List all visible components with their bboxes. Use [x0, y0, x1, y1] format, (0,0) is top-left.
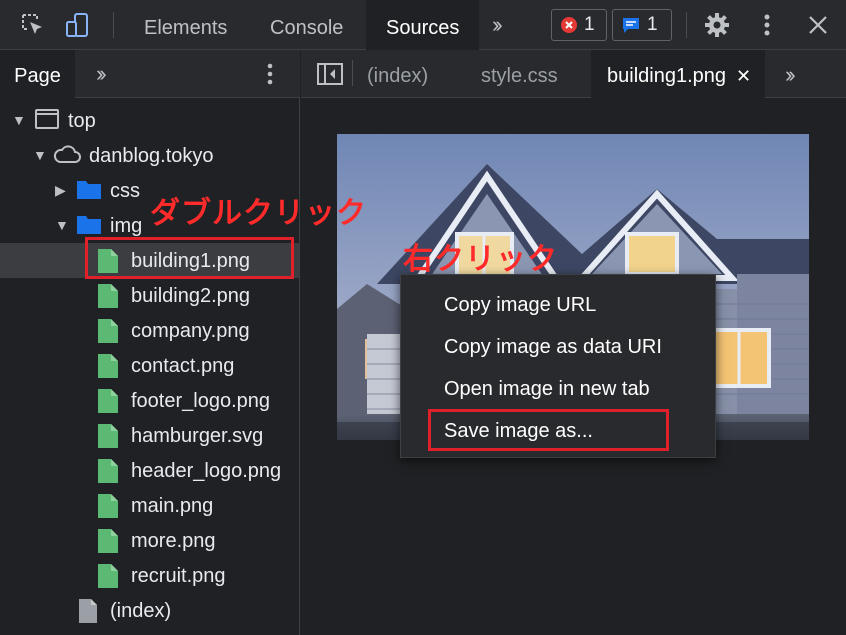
tree-item-label: footer_logo.png	[131, 390, 271, 412]
inspect-icon[interactable]	[18, 10, 48, 40]
highlight-box-building1	[85, 237, 294, 279]
menu-item-copy-image-url[interactable]: Copy image URL	[444, 294, 596, 317]
image-file-icon	[97, 493, 119, 525]
tree-item-label: img	[110, 215, 143, 237]
tree-item-label: contact.png	[131, 355, 235, 377]
menu-item-copy-image-data-uri[interactable]: Copy image as data URI	[444, 336, 662, 359]
toolbar-divider	[113, 12, 114, 38]
menu-item-open-image-new-tab[interactable]: Open image in new tab	[444, 378, 650, 401]
tree-item-top[interactable]: ▼ top	[0, 103, 299, 138]
annotation-right-click: 右クリック	[403, 243, 558, 276]
tree-item-file[interactable]: recruit.png	[0, 558, 299, 593]
tree-item-index[interactable]: (index)	[0, 593, 299, 628]
navigator-pane: Page ›› ▼ top ▼ danblog.tokyo ▶ css ▼ im…	[0, 50, 300, 635]
image-file-icon	[97, 458, 119, 490]
message-count-badge[interactable]: 1	[612, 9, 672, 41]
annotation-double-click: ダブルクリック	[150, 197, 367, 230]
expanded-arrow-icon: ▼	[12, 112, 26, 128]
tree-item-label: header_logo.png	[131, 460, 282, 482]
tree-item-domain[interactable]: ▼ danblog.tokyo	[0, 138, 299, 173]
image-file-icon	[97, 283, 119, 315]
more-editor-tabs-icon[interactable]: ››	[785, 62, 795, 88]
error-icon	[561, 17, 577, 33]
image-file-icon	[97, 563, 119, 595]
editor-tabs-bar: (index) style.css building1.png ✕ ››	[301, 50, 846, 98]
highlight-box-save-image	[428, 409, 669, 451]
image-file-icon	[97, 423, 119, 455]
cloud-icon	[52, 143, 82, 171]
kebab-menu-icon[interactable]	[752, 10, 782, 40]
tree-item-label: recruit.png	[131, 565, 226, 587]
tree-item-label: (index)	[110, 600, 172, 622]
tree-item-label: danblog.tokyo	[89, 145, 214, 167]
more-navigator-tabs-icon[interactable]: ››	[96, 61, 106, 87]
collapsed-arrow-icon: ▶	[55, 182, 66, 198]
tree-item-label: hamburger.svg	[131, 425, 264, 447]
navigator-header: Page ››	[0, 50, 300, 98]
toggle-navigator-icon[interactable]	[317, 63, 343, 90]
document-icon	[78, 598, 98, 630]
close-icon[interactable]	[803, 10, 833, 40]
tab-style-css[interactable]: style.css	[481, 50, 558, 98]
devtools-toolbar: Elements Console Sources ›› 1 1	[0, 0, 846, 50]
tree-item-file[interactable]: more.png	[0, 523, 299, 558]
tree-item-file[interactable]: hamburger.svg	[0, 418, 299, 453]
tree-item-file[interactable]: contact.png	[0, 348, 299, 383]
tree-item-file[interactable]: header_logo.png	[0, 453, 299, 488]
tab-index-file[interactable]: (index)	[367, 50, 428, 98]
expanded-arrow-icon: ▼	[55, 217, 69, 233]
tree-item-label: building2.png	[131, 285, 250, 307]
tree-item-label: top	[68, 110, 96, 132]
tab-divider	[352, 60, 353, 86]
tree-item-label: css	[110, 180, 140, 202]
tab-elements[interactable]: Elements	[144, 0, 227, 50]
tab-label: building1.png	[607, 65, 726, 87]
tab-sources[interactable]: Sources	[366, 0, 480, 50]
tree-item-label: main.png	[131, 495, 214, 517]
device-toggle-icon[interactable]	[62, 10, 92, 40]
expanded-arrow-icon: ▼	[33, 147, 47, 163]
tree-item-file[interactable]: main.png	[0, 488, 299, 523]
image-file-icon	[97, 528, 119, 560]
image-file-icon	[97, 388, 119, 420]
tree-item-file[interactable]: company.png	[0, 313, 299, 348]
message-count: 1	[647, 14, 658, 35]
error-count: 1	[584, 14, 595, 35]
tab-page[interactable]: Page	[0, 50, 75, 98]
image-file-icon	[97, 353, 119, 385]
tree-item-file[interactable]: building2.png	[0, 278, 299, 313]
kebab-menu-icon[interactable]	[266, 62, 274, 91]
tree-item-label: company.png	[131, 320, 250, 342]
tree-item-label: more.png	[131, 530, 216, 552]
image-file-icon	[97, 318, 119, 350]
more-tabs-icon[interactable]: ››	[492, 12, 502, 38]
tab-building1-png[interactable]: building1.png ✕	[591, 50, 766, 98]
error-count-badge[interactable]: 1	[551, 9, 607, 41]
message-icon	[623, 18, 639, 33]
gear-icon[interactable]	[702, 10, 732, 40]
toolbar-divider	[686, 12, 687, 38]
folder-icon	[76, 178, 102, 206]
frame-icon	[35, 108, 59, 136]
close-tab-icon[interactable]: ✕	[736, 66, 751, 86]
tree-item-file[interactable]: footer_logo.png	[0, 383, 299, 418]
tab-console[interactable]: Console	[270, 0, 343, 50]
